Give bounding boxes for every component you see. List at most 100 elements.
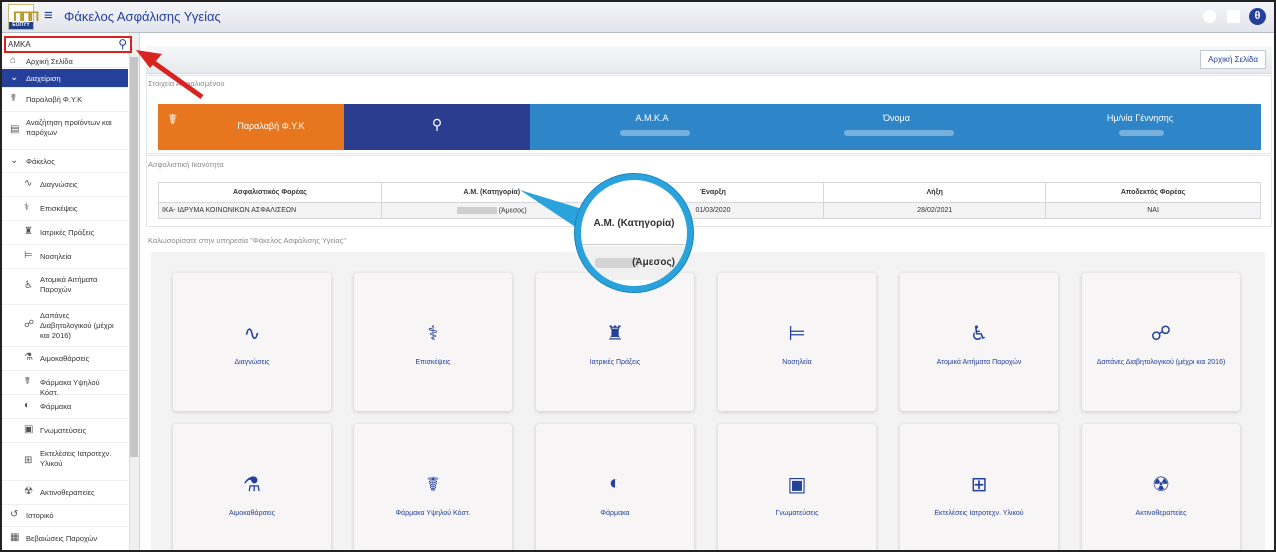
service-card[interactable]: ∿ Διαγνώσεις — [173, 273, 331, 411]
service-card[interactable]: ◐ Φάρμακα — [536, 424, 694, 550]
dialysis-icon: ⚗ — [24, 352, 33, 363]
glucose-icon: ☍ — [24, 319, 35, 330]
bed-icon: ⊨ — [24, 250, 33, 261]
app-title: Φάκελος Ασφάλισης Υγείας — [64, 9, 221, 24]
mail-icon[interactable] — [1227, 10, 1240, 23]
tile-person: ⚲ — [344, 104, 530, 150]
sidebar-item-label: Ιατρικές Πράξεις — [40, 228, 95, 237]
pills-icon: ◐ — [24, 400, 31, 411]
sidebar-item[interactable]: ∿ Διαγνώσεις — [2, 173, 128, 197]
sidebar-item[interactable]: ☤ Φάρμακα Υψηλού Κόστ. — [2, 371, 128, 397]
sidebar-item[interactable]: ▤ Αναζήτηση προϊόντων και παρόχων — [2, 112, 128, 150]
tile-label: Όνομα — [883, 113, 910, 123]
glucose-icon: ☍ — [1150, 323, 1172, 345]
top-bar: ΠΠΠ ΕΟΠΥΥ ≡ Φάκελος Ασφάλισης Υγείας θ — [2, 2, 1274, 33]
sidebar-item-label: Φάρμακα — [40, 402, 72, 411]
doctor-icon: ⚕ — [24, 202, 30, 213]
search-icon[interactable]: ⚲ — [118, 37, 127, 51]
sidebar-item[interactable]: ⊞ Εκτελέσεις Ιατροτεχν. Υλικού — [2, 443, 128, 481]
insured-section-label: Στοιχεία Ασφαλισμένου — [148, 79, 225, 88]
sidebar-item-label: Αναζήτηση προϊόντων και παρόχων — [26, 118, 112, 137]
medic-icon: ♜ — [24, 226, 33, 237]
home-button[interactable]: Αρχική Σελίδα — [1200, 50, 1266, 69]
sidebar-item[interactable]: ⚕ Επισκέψεις — [2, 197, 128, 221]
table-cell: ΙΚΑ- ΙΔΡΥΜΑ ΚΟΙΝΩΝΙΚΩΝ ΑΣΦΑΛΙΣΕΩΝ — [158, 202, 382, 219]
amka-search-input[interactable] — [8, 39, 108, 50]
sidebar-item[interactable]: ⌂ Αρχική Σελίδα — [2, 55, 128, 68]
service-card[interactable]: ⚕ Επισκέψεις — [354, 273, 512, 411]
redacted-value — [844, 130, 954, 136]
sidebar-item[interactable]: ☤ Παραλαβή Φ.Υ.Κ — [2, 88, 128, 112]
service-card[interactable]: ▣ Γνωματεύσεις — [718, 424, 876, 550]
pills-icon: ◐ — [608, 472, 622, 494]
sidebar-item[interactable]: ▣ Γνωματεύσεις — [2, 419, 128, 443]
magnifier-callout: Α.Μ. (Κατηγορία) (Άμεσος) — [575, 174, 693, 292]
welcome-text: Καλωσορίσατε στην υπηρεσία "Φάκελος Ασφά… — [148, 236, 346, 245]
service-card[interactable]: ⊨ Νοσηλεία — [718, 273, 876, 411]
sidebar-item[interactable]: ⊨ Νοσηλεία — [2, 245, 128, 269]
service-card[interactable]: ♜ Ιατρικές Πράξεις — [536, 273, 694, 411]
sidebar-item-label: Αιμοκαθάρσεις — [40, 354, 90, 363]
notification-icon[interactable] — [1203, 10, 1216, 23]
sidebar-item-label: Επισκέψεις — [40, 204, 78, 213]
tile-label: Ημ/νία Γέννησης — [1106, 113, 1174, 123]
tile-birthdate: Ημ/νία Γέννησης — [1019, 104, 1261, 150]
column-header: Α.Μ. (Κατηγορία) — [380, 182, 603, 203]
sidebar-item[interactable]: ↺ Ιστορικό — [2, 505, 128, 527]
caduceus-icon: ☤ — [426, 474, 440, 496]
redacted-value — [1119, 130, 1164, 136]
service-card[interactable]: ♿ Ατομικά Αιτήματα Παροχών — [900, 273, 1058, 411]
service-card[interactable]: ⚗ Αιμοκαθάρσεις — [173, 424, 331, 550]
sidebar-item[interactable]: ⌄ Διαχείριση — [2, 69, 128, 88]
home-icon: ⌂ — [10, 54, 17, 66]
card-label: Διαγνώσεις — [234, 359, 270, 366]
column-header: Ασφαλιστικός Φορέας — [158, 182, 382, 203]
service-card[interactable]: ☢ Ακτινοθεραπείες — [1082, 424, 1240, 550]
caduceus-icon: ☤ — [168, 111, 178, 127]
sidebar-item-label: Ιστορικό — [26, 511, 54, 520]
capacity-section-label: Ασφαλιστική Ικανότητα — [148, 160, 224, 169]
table-cell: (Άμεσος) — [380, 202, 603, 219]
doctor-icon: ⚕ — [427, 323, 439, 345]
sidebar-scroll-thumb[interactable] — [130, 57, 138, 457]
table-cell: 28/02/2021 — [823, 202, 1047, 219]
sidebar-item-label: Διαγνώσεις — [40, 180, 78, 189]
sidebar-item[interactable]: ♜ Ιατρικές Πράξεις — [2, 221, 128, 245]
tile-name: Όνομα — [774, 104, 1019, 150]
menu-icon[interactable]: ≡ — [44, 7, 53, 24]
document-icon: ▣ — [787, 474, 807, 496]
sidebar-item-label: Εκτελέσεις Ιατροτεχν. Υλικού — [40, 449, 112, 468]
document-icon: ▣ — [24, 424, 34, 435]
sidebar-item-label: Αρχική Σελίδα — [26, 56, 73, 66]
cart-icon: ⊞ — [970, 474, 988, 496]
insured-tiles: ☤ Παραλαβή Φ.Υ.Κ ⚲ Α.Μ.Κ.Α Όνομα Ημ/νία … — [158, 104, 1261, 150]
medic-icon: ♜ — [606, 323, 624, 345]
user-icon[interactable]: θ — [1249, 8, 1266, 25]
column-header: Λήξη — [823, 182, 1047, 203]
wheelchair-icon: ♿ — [24, 280, 33, 291]
app-window: ΠΠΠ ΕΟΠΥΥ ≡ Φάκελος Ασφάλισης Υγείας θ ⚲… — [0, 0, 1276, 552]
tile-amka: Α.Μ.Κ.Α — [530, 104, 774, 150]
sidebar-item[interactable]: ⌄ Φάκελος — [2, 150, 128, 173]
service-card[interactable]: ⊞ Εκτελέσεις Ιατροτεχν. Υλικού — [900, 424, 1058, 550]
service-card[interactable]: ☍ Δαπάνες Διαβητολογικού (μέχρι και 2016) — [1082, 273, 1240, 411]
callout-value: (Άμεσος) — [632, 257, 675, 268]
tile-fyk-receipt[interactable]: ☤ Παραλαβή Φ.Υ.Κ — [158, 104, 344, 150]
bed-icon: ⊨ — [788, 323, 806, 345]
card-label: Δαπάνες Διαβητολογικού (μέχρι και 2016) — [1096, 359, 1226, 366]
sidebar-item[interactable]: ▦ Βεβαιώσεις Παροχών — [2, 527, 128, 550]
sidebar-item-label: Ακτινοθεραπείες — [40, 488, 95, 497]
sidebar-item[interactable]: ☢ Ακτινοθεραπείες — [2, 481, 128, 505]
card-label: Εκτελέσεις Ιατροτεχν. Υλικού — [934, 510, 1024, 517]
history-icon: ↺ — [10, 509, 19, 520]
eopyy-logo[interactable]: ΠΠΠ ΕΟΠΥΥ — [8, 4, 39, 30]
service-card[interactable]: ☤ Φάρμακα Υψηλού Κόστ. — [354, 424, 512, 550]
column-header: Αποδεκτός Φορέας — [1045, 182, 1261, 203]
sidebar-item[interactable]: ⚗ Αιμοκαθάρσεις — [2, 347, 128, 371]
sidebar-item[interactable]: ☍ Δαπάνες Διαβητολογικού (μέχρι και 2016) — [2, 305, 128, 347]
sidebar-item-label: Βεβαιώσεις Παροχών — [26, 534, 98, 543]
header-band: Αρχική Σελίδα — [146, 46, 1272, 74]
wheelchair-icon: ♿ — [970, 323, 988, 345]
sidebar-item[interactable]: ♿ Ατομικά Αιτήματα Παροχών — [2, 269, 128, 305]
sidebar-item[interactable]: ◐ Φάρμακα — [2, 395, 128, 419]
